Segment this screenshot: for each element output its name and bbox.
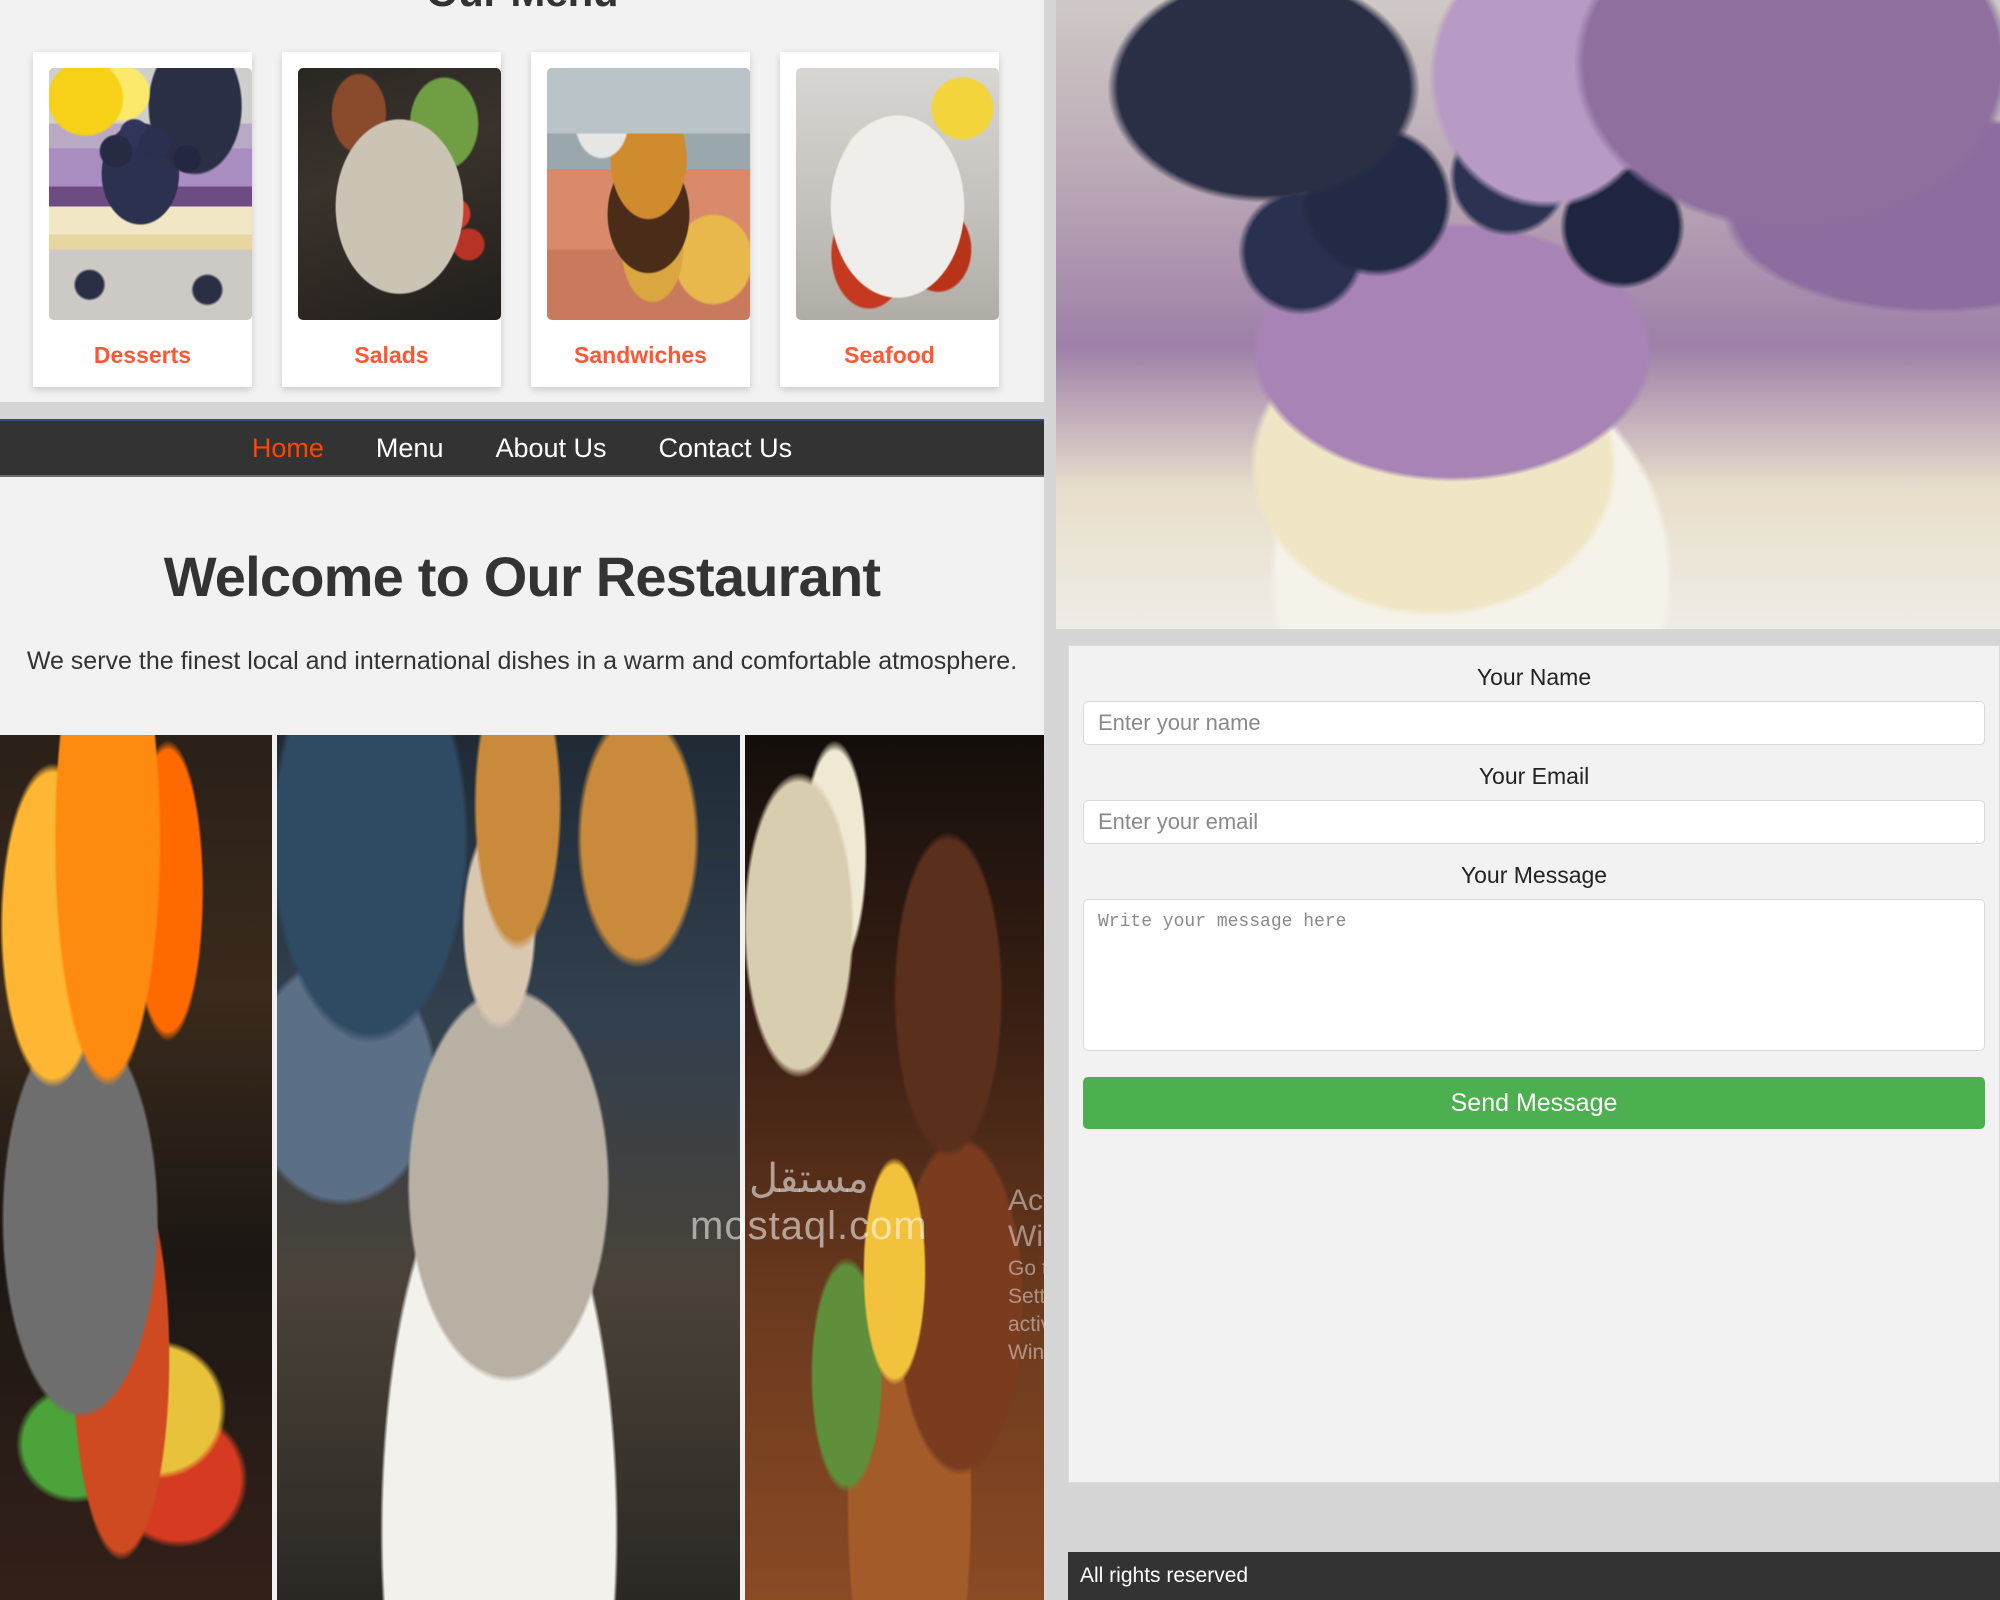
email-input[interactable]: Enter your email (1083, 800, 1985, 844)
nav-spacer (0, 402, 1044, 419)
nav-item-menu[interactable]: Menu (350, 433, 470, 464)
sandwiches-thumbnail (547, 68, 750, 320)
menu-card-desserts[interactable]: Desserts (33, 52, 252, 387)
contact-form: Your Name Enter your name Your Email Ent… (1068, 645, 2000, 1483)
screenshot-root: Our Menu Desserts Salads (0, 0, 2000, 1600)
email-field-label: Your Email (1478, 763, 1590, 789)
menu-card-label: Salads (354, 342, 429, 368)
gallery-image-flaming-pan[interactable] (0, 735, 272, 1600)
message-field-label: Your Message (1460, 862, 1608, 888)
seafood-thumbnail (796, 68, 999, 320)
right-preview-pane: Activate Windows Go to Settings to activ… (1056, 0, 2000, 1600)
menu-section: Our Menu Desserts Salads (0, 0, 1044, 402)
site-footer: All rights reserved (1068, 1552, 2000, 1600)
desserts-thumbnail (49, 68, 252, 320)
footer-text: All rights reserved (1080, 1564, 1249, 1587)
hero-heading: Welcome to Our Restaurant (163, 545, 881, 608)
hero-subheading: We serve the finest local and internatio… (26, 647, 1018, 675)
name-field-label: Your Name (1476, 664, 1592, 690)
menu-card-grid: Desserts Salads Sandwiches Seafood (33, 52, 999, 387)
nav-item-home[interactable]: Home (226, 433, 350, 464)
cupcakes-hero-image (1056, 0, 2000, 629)
menu-card-salads[interactable]: Salads (282, 52, 501, 387)
nav-item-contact-us[interactable]: Contact Us (633, 433, 819, 464)
nav-item-about-us[interactable]: About Us (469, 433, 632, 464)
name-input[interactable]: Enter your name (1083, 701, 1985, 745)
send-message-button[interactable]: Send Message (1083, 1077, 1985, 1129)
salads-thumbnail (298, 68, 501, 320)
main-navigation-bar: Home Menu About Us Contact Us (0, 419, 1044, 477)
menu-card-sandwiches[interactable]: Sandwiches (531, 52, 750, 387)
message-textarea[interactable]: Write your message here (1083, 899, 1985, 1051)
menu-section-title: Our Menu (0, 0, 1044, 16)
menu-card-label: Desserts (93, 342, 192, 368)
menu-card-label: Seafood (844, 342, 935, 368)
left-browser-pane: Our Menu Desserts Salads (0, 0, 1044, 1600)
menu-card-seafood[interactable]: Seafood (780, 52, 999, 387)
gallery-image-steak[interactable] (745, 735, 1044, 1600)
hero-section: Welcome to Our Restaurant We serve the f… (0, 479, 1044, 735)
photo-gallery (0, 735, 1044, 1600)
menu-card-label: Sandwiches (574, 342, 707, 368)
gallery-image-chef[interactable] (276, 735, 741, 1600)
